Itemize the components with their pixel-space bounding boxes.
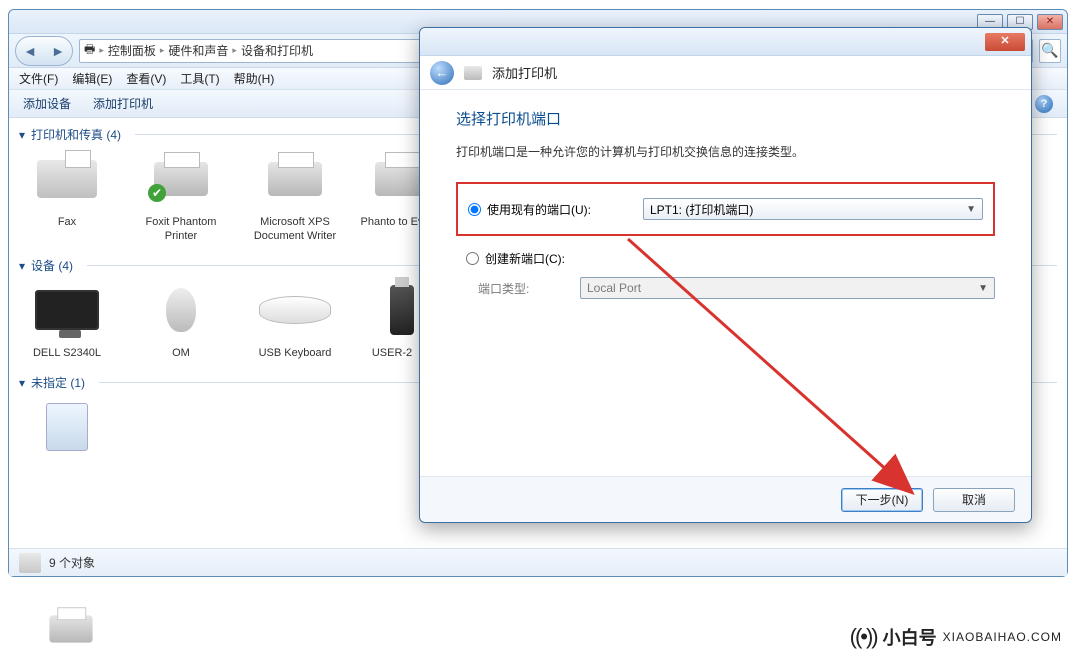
back-icon: ◄ bbox=[23, 43, 37, 59]
fax-icon bbox=[37, 160, 97, 198]
breadcrumb-sep-icon: ▸ bbox=[160, 45, 165, 56]
menu-view[interactable]: 查看(V) bbox=[126, 70, 166, 87]
dropdown-value: LPT1: (打印机端口) bbox=[650, 201, 753, 218]
device-item-mouse[interactable]: OM bbox=[129, 278, 233, 360]
radio-label: 使用现有的端口(U): bbox=[487, 201, 637, 218]
existing-port-dropdown[interactable]: LPT1: (打印机端口) ▼ bbox=[643, 198, 983, 220]
chevron-down-icon: ▼ bbox=[966, 204, 976, 215]
breadcrumb-item[interactable]: 控制面板 bbox=[108, 42, 156, 59]
taskbar-printer-icon bbox=[44, 612, 88, 648]
collapse-icon: ▾ bbox=[19, 376, 25, 390]
device-label: USER-2 bbox=[357, 346, 427, 360]
radio-create-new-port[interactable] bbox=[466, 252, 479, 265]
device-label: Phanto to Ev bbox=[357, 215, 427, 229]
device-box-icon bbox=[46, 403, 88, 451]
window-close-button[interactable]: ✕ bbox=[1037, 14, 1063, 30]
port-type-label: 端口类型: bbox=[478, 280, 548, 297]
device-label: Fax bbox=[15, 215, 119, 229]
search-button[interactable]: 🔍 bbox=[1039, 39, 1061, 63]
device-item-foxit[interactable]: ✔ Foxit Phantom Printer bbox=[129, 147, 233, 243]
chevron-down-icon: ▼ bbox=[978, 283, 988, 294]
radio-label: 创建新端口(C): bbox=[485, 250, 565, 267]
dialog-back-button[interactable]: ← bbox=[430, 61, 454, 85]
collapse-icon: ▾ bbox=[19, 128, 25, 142]
device-item-monitor[interactable]: DELL S2340L bbox=[15, 278, 119, 360]
keyboard-icon bbox=[259, 296, 331, 324]
monitor-icon bbox=[35, 290, 99, 330]
dialog-body: 选择打印机端口 打印机端口是一种允许您的计算机与打印机交换信息的连接类型。 使用… bbox=[420, 90, 1031, 476]
printer-icon bbox=[268, 162, 322, 196]
add-device-button[interactable]: 添加设备 bbox=[23, 95, 71, 112]
breadcrumb-sep-icon: ▸ bbox=[99, 45, 104, 56]
device-item-usb[interactable]: USER-2 bbox=[357, 278, 427, 360]
nav-back-forward[interactable]: ◄ ► bbox=[15, 36, 73, 66]
device-item-unknown[interactable] bbox=[15, 395, 119, 463]
usb-stick-icon bbox=[390, 285, 414, 335]
dialog-nav-title: 添加打印机 bbox=[492, 63, 557, 82]
menu-file[interactable]: 文件(F) bbox=[19, 70, 58, 87]
status-bar: 9 个对象 bbox=[9, 548, 1067, 576]
dialog-heading: 选择打印机端口 bbox=[456, 108, 995, 129]
add-printer-button[interactable]: 添加打印机 bbox=[93, 95, 153, 112]
group-label: 打印机和传真 (4) bbox=[31, 126, 121, 143]
statusbar-icon bbox=[19, 553, 41, 573]
next-button[interactable]: 下一步(N) bbox=[841, 488, 923, 512]
menu-tools[interactable]: 工具(T) bbox=[180, 70, 219, 87]
brand-en: XIAOBAIHAO.COM bbox=[943, 630, 1062, 644]
cancel-button[interactable]: 取消 bbox=[933, 488, 1015, 512]
highlighted-option-box: 使用现有的端口(U): LPT1: (打印机端口) ▼ bbox=[456, 182, 995, 236]
printer-icon bbox=[464, 66, 482, 80]
watermark-brand: ((•)) 小白号 XIAOBAIHAO.COM bbox=[850, 624, 1062, 650]
device-label: Microsoft XPS Document Writer bbox=[243, 215, 347, 243]
dropdown-value: Local Port bbox=[587, 281, 641, 295]
dialog-subtitle: 打印机端口是一种允许您的计算机与打印机交换信息的连接类型。 bbox=[456, 143, 995, 160]
menu-help[interactable]: 帮助(H) bbox=[234, 70, 275, 87]
breadcrumb-item[interactable]: 硬件和声音 bbox=[168, 42, 228, 59]
status-count: 9 个对象 bbox=[49, 554, 95, 571]
brand-zh: 小白号 bbox=[883, 624, 937, 650]
group-label: 未指定 (1) bbox=[31, 374, 85, 391]
device-item-xps[interactable]: Microsoft XPS Document Writer bbox=[243, 147, 347, 243]
breadcrumb-sep-icon: ▸ bbox=[232, 45, 237, 56]
device-label: Foxit Phantom Printer bbox=[129, 215, 233, 243]
port-type-dropdown: Local Port ▼ bbox=[580, 277, 995, 299]
default-check-icon: ✔ bbox=[148, 184, 166, 202]
device-label: USB Keyboard bbox=[243, 346, 347, 360]
location-icon: 🖶 bbox=[84, 40, 95, 61]
help-icon[interactable]: ? bbox=[1035, 95, 1053, 113]
device-item-keyboard[interactable]: USB Keyboard bbox=[243, 278, 347, 360]
group-label: 设备 (4) bbox=[31, 257, 73, 274]
device-item-phantom[interactable]: Phanto to Ev bbox=[357, 147, 427, 243]
mouse-icon bbox=[166, 288, 196, 332]
radio-use-existing-port[interactable] bbox=[468, 203, 481, 216]
breadcrumb-item[interactable]: 设备和打印机 bbox=[241, 42, 313, 59]
printer-icon: ✔ bbox=[154, 162, 208, 196]
antenna-icon: ((•)) bbox=[850, 624, 877, 650]
dialog-footer: 下一步(N) 取消 bbox=[420, 476, 1031, 522]
device-label: DELL S2340L bbox=[15, 346, 119, 360]
collapse-icon: ▾ bbox=[19, 259, 25, 273]
dialog-nav: ← 添加打印机 bbox=[420, 56, 1031, 90]
dialog-titlebar: ✕ bbox=[420, 28, 1031, 56]
add-printer-dialog: ✕ ← 添加打印机 选择打印机端口 打印机端口是一种允许您的计算机与打印机交换信… bbox=[419, 27, 1032, 523]
dialog-close-button[interactable]: ✕ bbox=[985, 33, 1025, 51]
forward-icon: ► bbox=[51, 43, 65, 59]
search-icon: 🔍 bbox=[1041, 42, 1058, 59]
printer-icon bbox=[49, 615, 92, 642]
menu-edit[interactable]: 编辑(E) bbox=[72, 70, 112, 87]
device-label: OM bbox=[129, 346, 233, 360]
device-item-fax[interactable]: Fax bbox=[15, 147, 119, 243]
